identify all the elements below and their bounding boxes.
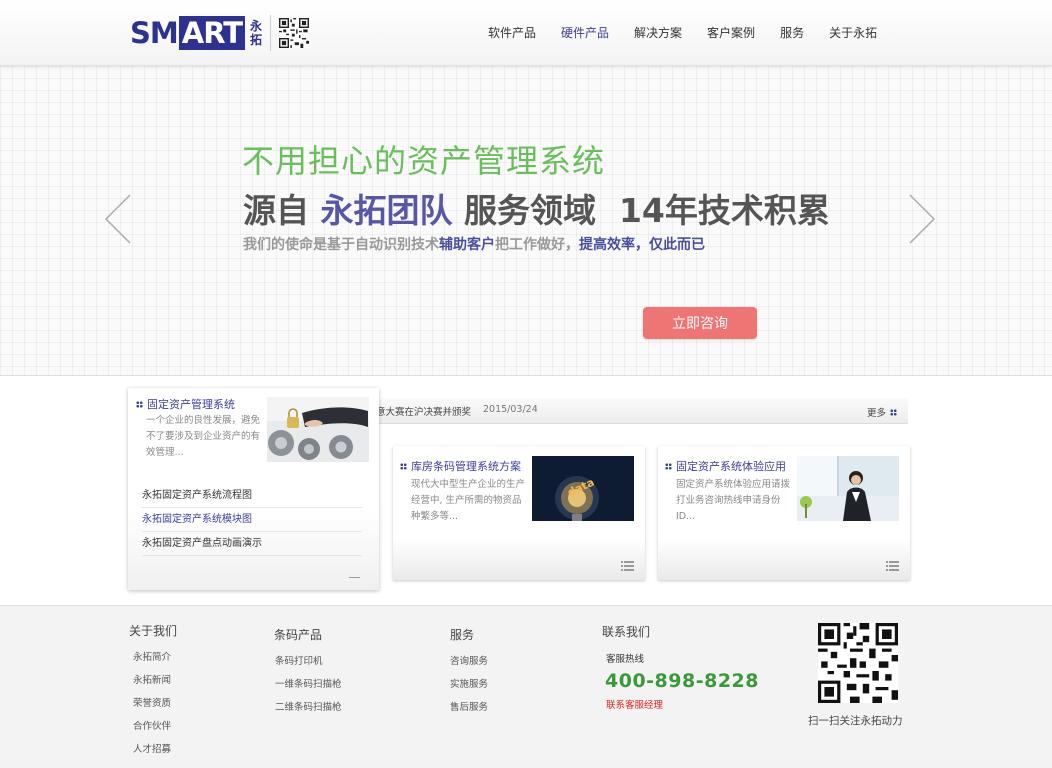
footer-link[interactable]: 实施服务 bbox=[450, 673, 488, 696]
news-date: 2015/03/24 bbox=[483, 404, 538, 415]
collapse-dash-icon[interactable] bbox=[349, 577, 360, 578]
footer-about: 关于我们 永拓简介 永拓新闻 荣誉资质 合作伙伴 人才招募 bbox=[129, 622, 177, 761]
link-flowchart[interactable]: 永拓固定资产系统流程图 bbox=[142, 484, 362, 508]
footer-link[interactable]: 合作伙伴 bbox=[133, 715, 177, 738]
footer-link[interactable]: 永拓简介 bbox=[133, 646, 177, 669]
consult-now-button[interactable]: 立即咨询 bbox=[643, 307, 757, 339]
footer-link[interactable]: 售后服务 bbox=[450, 696, 488, 719]
card-description: 固定资产系统体验应用请拨打业务咨询热线申请身份ID... bbox=[676, 479, 791, 522]
footer-contact: 联系我们 客服热线 400-898-8228 联系客服经理 bbox=[602, 623, 759, 711]
hero-mission: 我们的使命是基于自动识别技术辅助客户把工作做好，提高效率，仅此而已 bbox=[243, 237, 705, 253]
logo-wordmark: SM ART bbox=[130, 15, 246, 50]
hero-headline: 不用担心的资产管理系统 bbox=[242, 142, 606, 180]
nav-solutions[interactable]: 解决方案 bbox=[634, 25, 682, 41]
list-icon[interactable] bbox=[886, 561, 899, 571]
grid-dots-icon bbox=[400, 462, 407, 470]
logo-divider bbox=[270, 15, 272, 51]
footer-link[interactable]: 永拓新闻 bbox=[133, 669, 177, 692]
list-icon[interactable] bbox=[621, 561, 634, 571]
footer-link[interactable]: 条码打印机 bbox=[275, 650, 342, 673]
contact-manager-link[interactable]: 联系客服经理 bbox=[606, 697, 759, 711]
grid-dots-icon bbox=[136, 400, 143, 408]
news-ticker: 意大赛在沪决赛并颁奖 2015/03/24 更多 bbox=[376, 398, 908, 424]
news-headline[interactable]: 意大赛在沪决赛并颁奖 bbox=[376, 404, 471, 418]
grid-dots-icon bbox=[890, 408, 898, 416]
footer-link[interactable]: 咨询服务 bbox=[450, 650, 488, 673]
card-title[interactable]: 库房条码管理系统方案 bbox=[400, 458, 521, 474]
wechat-qr-code-icon bbox=[818, 623, 898, 703]
hotline-number[interactable]: 400-898-8228 bbox=[605, 670, 759, 692]
footer-heading: 联系我们 bbox=[602, 625, 651, 639]
nav-about[interactable]: 关于永拓 bbox=[829, 25, 877, 41]
main-nav: 软件产品 硬件产品 解决方案 客户案例 服务 关于永拓 bbox=[488, 25, 902, 41]
grid-dots-icon bbox=[665, 462, 672, 470]
nav-hardware-products[interactable]: 硬件产品 bbox=[561, 25, 609, 41]
logo-chinese: 永 拓 bbox=[250, 19, 263, 47]
site-footer: 关于我们 永拓简介 永拓新闻 荣誉资质 合作伙伴 人才招募 条码产品 条码打印机… bbox=[0, 605, 1052, 768]
chevron-left-icon[interactable] bbox=[103, 193, 133, 245]
nav-customer-cases[interactable]: 客户案例 bbox=[707, 25, 755, 41]
asset-keyboard-image[interactable] bbox=[267, 397, 369, 462]
hero-banner: 不用担心的资产管理系统 源自 永拓团队 服务领域 14年技术积累 我们的使命是基… bbox=[0, 66, 1052, 376]
news-more-link[interactable]: 更多 bbox=[867, 405, 898, 419]
card-title[interactable]: 固定资产管理系统 bbox=[136, 396, 235, 412]
card-title[interactable]: 固定资产系统体验应用 bbox=[665, 458, 786, 474]
office-woman-image[interactable] bbox=[797, 456, 899, 521]
footer-link[interactable]: 人才招募 bbox=[133, 738, 177, 761]
product-card: 固定资产系统体验应用 固定资产系统体验应用请拨打业务咨询热线申请身份ID... bbox=[658, 446, 910, 580]
qr-caption: 扫一扫关注永拓动力 bbox=[808, 715, 903, 727]
hero-subheadline: 源自 永拓团队 服务领域 14年技术积累 bbox=[243, 191, 830, 230]
link-list: 永拓固定资产系统流程图 永拓固定资产系统模块图 永拓固定资产盘点动画演示 bbox=[142, 484, 362, 556]
footer-heading: 关于我们 bbox=[129, 624, 178, 638]
link-inventory-demo[interactable]: 永拓固定资产盘点动画演示 bbox=[142, 532, 362, 556]
logo[interactable]: SM ART 永 拓 bbox=[130, 14, 310, 52]
fixed-asset-card: 固定资产管理系统 一个企业的良性发展，避免不了要涉及到企业资产的有效管理... … bbox=[128, 388, 379, 590]
product-card: 库房条码管理系统方案 现代大中型生产企业的生产经营中, 生产所需的物资品种繁多等… bbox=[393, 446, 645, 580]
nav-service[interactable]: 服务 bbox=[780, 25, 804, 41]
chevron-right-icon[interactable] bbox=[907, 193, 937, 245]
footer-link[interactable]: 二维条码扫描枪 bbox=[275, 696, 342, 719]
qr-code-icon bbox=[279, 18, 310, 48]
footer-barcode-products: 条码产品 条码打印机 一维条码扫描枪 二维条码扫描枪 bbox=[274, 626, 342, 719]
footer-heading: 服务 bbox=[450, 628, 475, 642]
link-module-diagram[interactable]: 永拓固定资产系统模块图 bbox=[142, 508, 362, 532]
card-description: 现代大中型生产企业的生产经营中, 生产所需的物资品种繁多等... bbox=[411, 479, 526, 522]
footer-service: 服务 咨询服务 实施服务 售后服务 bbox=[450, 626, 488, 719]
lightbulb-data-image[interactable]: data bbox=[532, 456, 634, 521]
card-description: 一个企业的良性发展，避免不了要涉及到企业资产的有效管理... bbox=[146, 415, 261, 458]
nav-software-products[interactable]: 软件产品 bbox=[488, 25, 536, 41]
footer-link[interactable]: 一维条码扫描枪 bbox=[275, 673, 342, 696]
hotline-label: 客服热线 bbox=[606, 654, 645, 665]
footer-link[interactable]: 荣誉资质 bbox=[133, 692, 177, 715]
footer-heading: 条码产品 bbox=[274, 628, 323, 642]
site-header: SM ART 永 拓 软件产品 硬件产品 解决方案 客户案例 服务 关于永拓 bbox=[0, 0, 1052, 66]
